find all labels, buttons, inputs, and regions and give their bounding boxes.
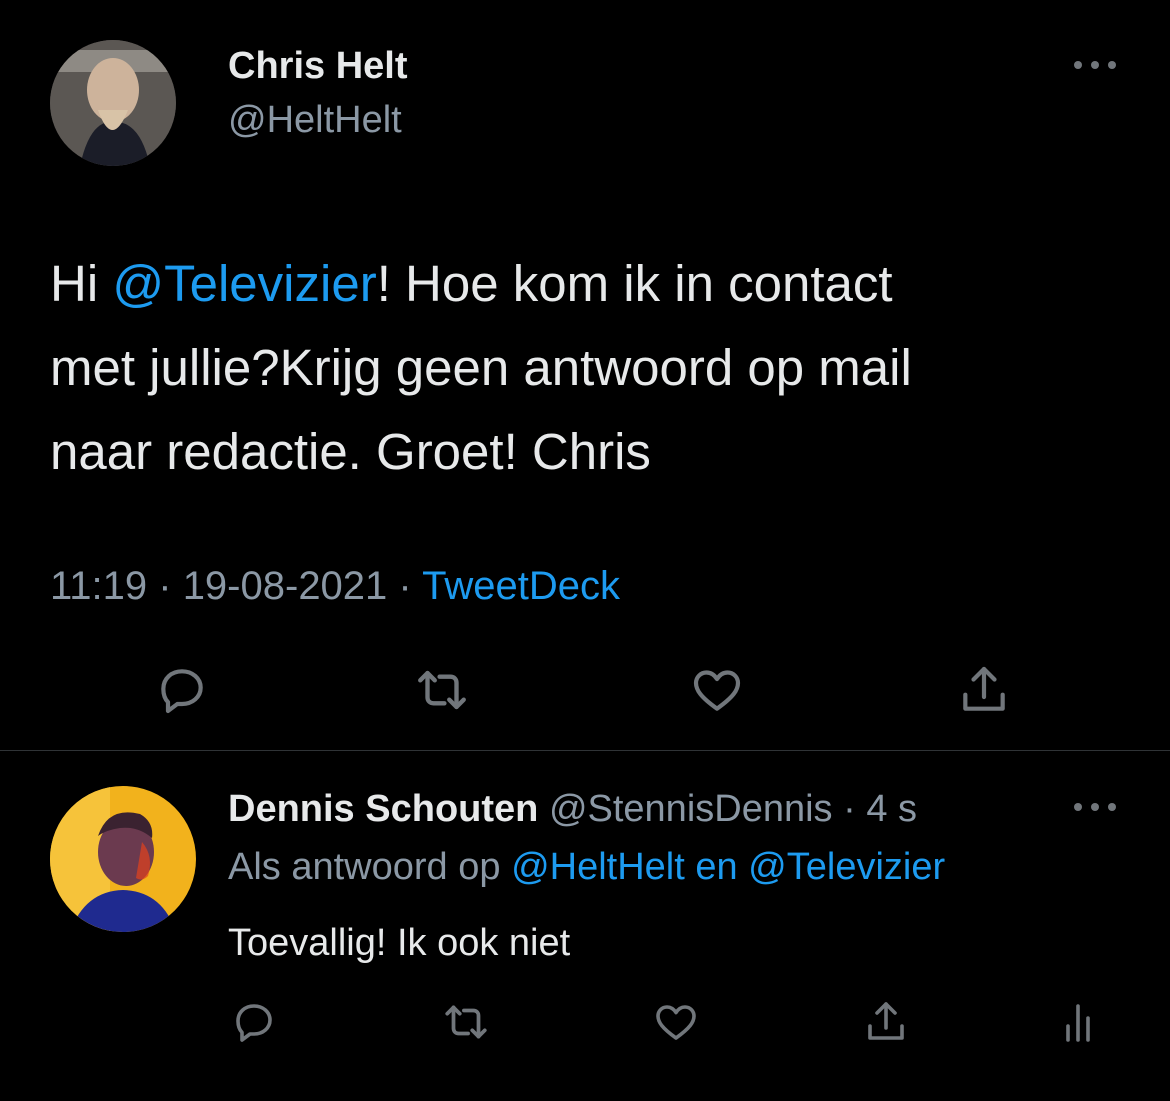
tweet-text: Hi @Televizier! Hoe kom ik in contact me…	[50, 242, 1140, 494]
retweet-icon[interactable]	[410, 658, 474, 722]
like-icon[interactable]	[648, 994, 704, 1050]
reply-age[interactable]: · 4 s	[843, 788, 917, 830]
reply-author-name[interactable]: Dennis Schouten	[228, 788, 538, 830]
tweet-line-3: naar redactie. Groet! Chris	[50, 423, 651, 480]
mention-televizier[interactable]: @Televizier	[112, 255, 376, 312]
reply-icon[interactable]	[226, 994, 282, 1050]
reply-context-prefix: Als antwoord op	[228, 846, 512, 888]
reply-header: Dennis Schouten @StennisDennis · 4 s	[228, 786, 917, 832]
author-handle[interactable]: @HeltHelt	[228, 98, 402, 142]
reply-text: Toevallig! Ik ook niet	[228, 922, 571, 964]
reply-author-handle[interactable]: @StennisDennis	[549, 788, 833, 830]
tweet-source[interactable]: TweetDeck	[422, 564, 620, 608]
more-options-icon[interactable]	[1070, 792, 1120, 822]
tweet-line-2: met jullie?Krijg geen antwoord op mail	[50, 339, 912, 396]
author-name[interactable]: Chris Helt	[228, 44, 407, 88]
tweet-date[interactable]: 19-08-2021	[183, 564, 388, 608]
tweet-meta: 11:19 · 19-08-2021 · TweetDeck	[50, 562, 620, 610]
share-icon[interactable]	[858, 994, 914, 1050]
tweet-line-1: Hi @Televizier! Hoe kom ik in contact	[50, 242, 1140, 326]
tweet-text-part1: Hi	[50, 255, 113, 312]
more-options-icon[interactable]	[1070, 50, 1120, 80]
retweet-icon[interactable]	[438, 994, 494, 1050]
share-icon[interactable]	[952, 658, 1016, 722]
reply-context-mentions[interactable]: @HeltHelt en @Televizier	[511, 846, 945, 888]
reply-icon[interactable]	[150, 658, 214, 722]
tweet-time[interactable]: 11:19	[50, 564, 147, 608]
tweet-text-part2: ! Hoe kom ik in contact	[376, 255, 893, 312]
divider	[0, 750, 1170, 751]
like-icon[interactable]	[685, 658, 749, 722]
analytics-icon[interactable]	[1050, 994, 1106, 1050]
meta-separator: ·	[387, 564, 423, 608]
meta-separator: ·	[147, 564, 183, 608]
reply-context: Als antwoord op @HeltHelt en @Televizier	[228, 844, 945, 890]
avatar-chris-helt[interactable]	[50, 40, 176, 166]
avatar-dennis-schouten[interactable]	[50, 786, 196, 932]
